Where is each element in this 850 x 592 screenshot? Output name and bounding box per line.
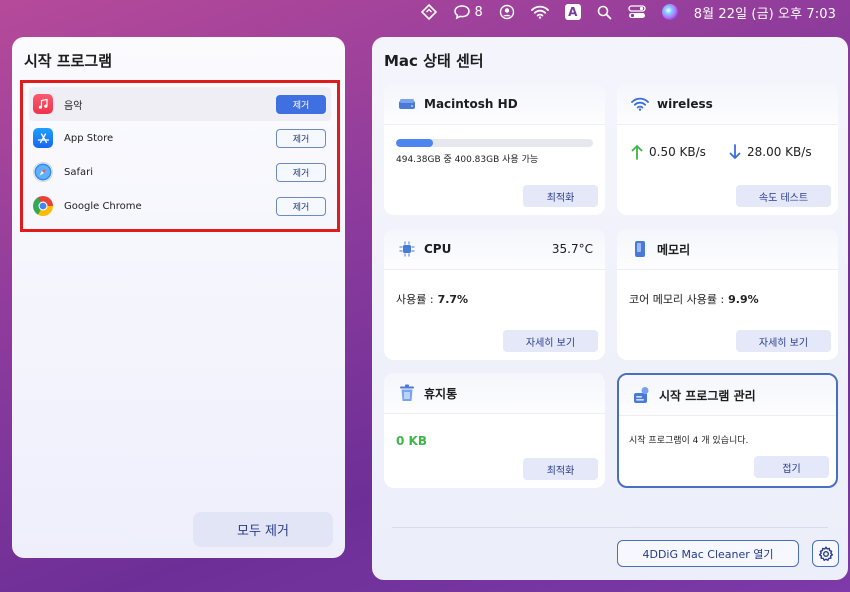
app-name: 음악	[64, 100, 83, 112]
disk-optimize-button[interactable]: 최적화	[523, 185, 598, 207]
trash-size: 0 KB	[396, 434, 427, 448]
memory-details-button[interactable]: 자세히 보기	[736, 330, 831, 352]
upload-speed: 0.50 KB/s	[631, 144, 706, 160]
memory-usage-label: 코어 메모리 사용률 :	[629, 293, 725, 306]
startup-manage-card-header: 시작 프로그램 관리	[619, 375, 836, 416]
wifi-icon[interactable]	[530, 0, 549, 24]
cpu-chip-icon	[398, 240, 416, 258]
network-name: wireless	[657, 97, 713, 111]
startup-panel-title: 시작 프로그램	[24, 52, 113, 70]
remove-button[interactable]: 제거	[276, 94, 326, 114]
startup-item-google-chrome[interactable]: Google Chrome 제거	[29, 189, 331, 223]
download-speed: 28.00 KB/s	[729, 144, 812, 160]
startup-programs-panel: 시작 프로그램 음악 제거 App Store 제거 Safari 제거 Goo…	[12, 37, 345, 558]
startup-app-list: 음악 제거 App Store 제거 Safari 제거 Google Chro…	[20, 80, 340, 232]
collapse-button[interactable]: 접기	[754, 456, 829, 478]
memory-usage: 코어 메모리 사용률 :9.9%	[629, 291, 759, 307]
trash-icon	[398, 384, 416, 402]
spotlight-search-icon[interactable]	[597, 0, 612, 24]
upload-speed-value: 0.50 KB/s	[649, 145, 706, 159]
app-name: Safari	[64, 166, 94, 178]
remove-all-button[interactable]: 모두 제거	[193, 512, 333, 547]
input-source-letter: A	[564, 4, 581, 20]
disk-usage-bar	[396, 139, 593, 147]
menu-bar: 8 A 8월 22일 (금) 오후 7:03	[0, 0, 850, 24]
cpu-temperature: 35.7°C	[551, 242, 593, 256]
network-card-header: wireless	[617, 84, 838, 125]
gear-icon	[818, 546, 833, 561]
cpu-card-header: CPU 35.7°C	[384, 229, 605, 270]
diamond-status-icon[interactable]	[421, 0, 438, 24]
input-source-indicator[interactable]: A	[564, 0, 581, 24]
trash-name: 휴지통	[424, 386, 458, 401]
chat-bubble-icon	[454, 5, 471, 20]
control-center-icon[interactable]	[628, 0, 646, 24]
menu-bar-clock[interactable]: 8월 22일 (금) 오후 7:03	[694, 0, 836, 24]
app-name: Google Chrome	[64, 200, 142, 212]
startup-item-music[interactable]: 음악 제거	[29, 87, 331, 121]
startup-item-safari[interactable]: Safari 제거	[29, 155, 331, 189]
network-card: wireless 0.50 KB/s 28.00 KB/s 속도 테스트	[617, 84, 838, 215]
user-account-icon[interactable]	[499, 0, 515, 24]
disk-card-header: Macintosh HD	[384, 84, 605, 125]
download-arrow-icon	[729, 144, 741, 159]
memory-usage-value: 9.9%	[728, 293, 759, 306]
wifi-icon	[631, 95, 649, 113]
upload-arrow-icon	[631, 145, 643, 160]
startup-count-text: 시작 프로그램이 4 개 있습니다.	[629, 436, 749, 446]
siri-icon[interactable]	[661, 0, 678, 24]
speed-test-button[interactable]: 속도 테스트	[736, 185, 831, 207]
hard-drive-icon	[398, 95, 416, 113]
chrome-icon	[33, 196, 53, 216]
disk-usage-text: 494.38GB 중 400.83GB 사용 가능	[396, 155, 539, 165]
startup-manage-name: 시작 프로그램 관리	[659, 388, 756, 403]
remove-button[interactable]: 제거	[276, 162, 326, 182]
trash-card-header: 휴지통	[384, 373, 605, 414]
cpu-name: CPU	[424, 242, 452, 256]
cpu-usage-value: 7.7%	[437, 293, 469, 306]
cpu-card: CPU 35.7°C 사용률 :7.7% 자세히 보기	[384, 229, 605, 360]
download-speed-value: 28.00 KB/s	[747, 145, 812, 159]
cpu-usage-label: 사용률 :	[396, 293, 434, 306]
cpu-usage: 사용률 :7.7%	[396, 291, 468, 307]
music-icon	[33, 94, 53, 114]
remove-button[interactable]: 제거	[276, 196, 326, 216]
messages-status[interactable]: 8	[453, 0, 483, 24]
memory-name: 메모리	[657, 242, 691, 257]
memory-card-header: 메모리	[617, 229, 838, 270]
disk-name: Macintosh HD	[424, 97, 518, 111]
memory-card: 메모리 코어 메모리 사용률 :9.9% 자세히 보기	[617, 229, 838, 360]
startup-item-app-store[interactable]: App Store 제거	[29, 121, 331, 155]
memory-icon	[631, 240, 649, 258]
cpu-details-button[interactable]: 자세히 보기	[503, 330, 598, 352]
mac-status-center-panel: Mac 상태 센터 Macintosh HD 494.38GB 중 400.83…	[372, 37, 848, 580]
bottom-divider	[392, 527, 828, 528]
disk-card: Macintosh HD 494.38GB 중 400.83GB 사용 가능 최…	[384, 84, 605, 215]
startup-manager-icon	[633, 386, 651, 404]
disk-usage-fill	[396, 139, 434, 147]
trash-optimize-button[interactable]: 최적화	[523, 458, 598, 480]
trash-card: 휴지통 0 KB 최적화	[384, 373, 605, 488]
app-store-icon	[33, 128, 53, 148]
app-name: App Store	[64, 132, 114, 144]
startup-manage-card: 시작 프로그램 관리 시작 프로그램이 4 개 있습니다. 접기	[617, 373, 838, 488]
status-center-title: Mac 상태 센터	[384, 52, 484, 70]
safari-icon	[33, 162, 53, 182]
notification-count: 8	[474, 4, 483, 20]
open-4ddig-button[interactable]: 4DDiG Mac Cleaner 열기	[617, 540, 799, 567]
remove-button[interactable]: 제거	[276, 128, 326, 148]
settings-button[interactable]	[812, 540, 839, 567]
